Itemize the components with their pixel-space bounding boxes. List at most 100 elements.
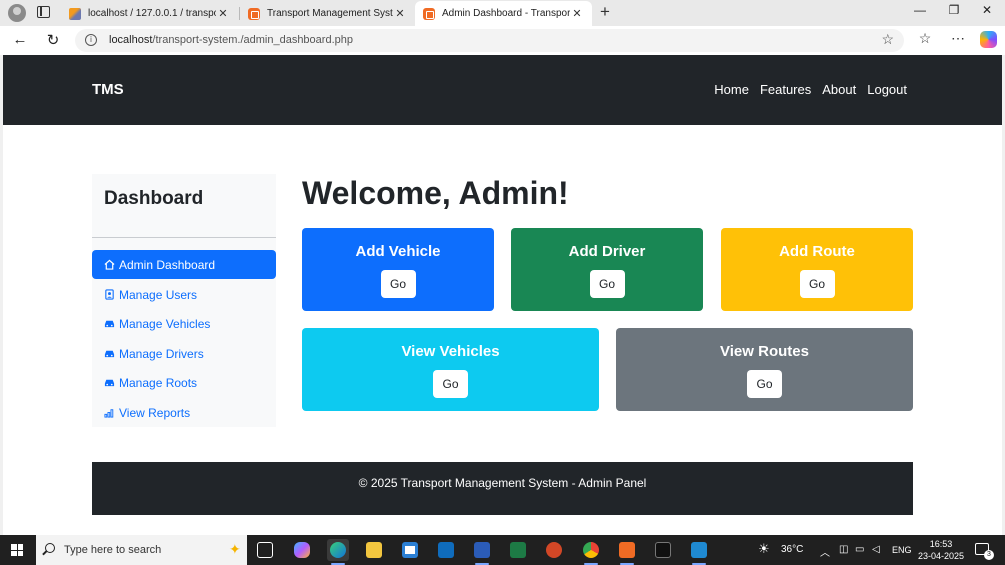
chrome-icon[interactable] xyxy=(580,539,602,565)
card-title: Add Route xyxy=(779,243,855,260)
word-icon[interactable] xyxy=(471,539,493,565)
car-icon xyxy=(104,377,115,388)
card-add-route: Add Route Go xyxy=(721,228,913,311)
card-title: Add Driver xyxy=(568,243,646,260)
sidebar-item-label: View Reports xyxy=(119,405,191,420)
nav-links: Home Features About Logout xyxy=(714,82,907,97)
weather-temp[interactable]: 36°C xyxy=(781,544,803,555)
sidebar-item-label: Manage Drivers xyxy=(119,346,204,361)
terminal-icon[interactable] xyxy=(652,539,674,561)
tab-actions-icon[interactable] xyxy=(37,6,50,18)
xampp-icon[interactable] xyxy=(616,539,638,565)
taskbar-search-box[interactable]: Type here to search ✦ xyxy=(36,535,247,565)
meet-now-icon[interactable]: ◫ xyxy=(839,544,848,555)
sidebar-item-view-reports[interactable]: View Reports xyxy=(92,398,276,427)
view-vehicles-go-button[interactable]: Go xyxy=(433,370,468,398)
more-menu-icon[interactable]: ⋯ xyxy=(948,30,968,47)
brand-logo[interactable]: TMS xyxy=(92,81,124,98)
outlook-icon[interactable] xyxy=(435,539,457,561)
sparkle-icon: ✦ xyxy=(229,541,241,557)
url-path: /transport-system./admin_dashboard.php xyxy=(152,34,353,46)
card-add-driver: Add Driver Go xyxy=(511,228,703,311)
notification-icon[interactable]: 3 xyxy=(975,543,994,560)
sidebar-item-manage-vehicles[interactable]: Manage Vehicles xyxy=(92,309,276,338)
vscode-icon[interactable] xyxy=(688,539,710,565)
nav-link-about[interactable]: About xyxy=(822,82,856,97)
sidebar-divider xyxy=(92,237,276,238)
tab-close-icon[interactable]: ✕ xyxy=(570,7,584,20)
chevron-up-icon[interactable]: ︿ xyxy=(820,544,830,559)
sidebar-title: Dashboard xyxy=(104,188,204,209)
home-icon xyxy=(104,259,115,270)
excel-icon[interactable] xyxy=(507,539,529,561)
page-left-edge xyxy=(0,55,3,535)
card-view-vehicles: View Vehicles Go xyxy=(302,328,599,411)
tab-phpmyadmin[interactable]: localhost / 127.0.0.1 / transport_sy ✕ xyxy=(61,1,238,26)
view-routes-go-button[interactable]: Go xyxy=(747,370,782,398)
add-driver-go-button[interactable]: Go xyxy=(589,270,625,298)
card-add-vehicle: Add Vehicle Go xyxy=(302,228,494,311)
car-icon xyxy=(104,318,115,329)
tab-title: Admin Dashboard - Transport Man xyxy=(442,8,570,19)
ms-store-icon[interactable] xyxy=(399,539,421,561)
clock-date: 23-04-2025 xyxy=(917,551,965,561)
clock-time: 16:53 xyxy=(929,539,953,549)
clock[interactable]: 16:53 23-04-2025 xyxy=(916,538,966,562)
maximize-button[interactable]: ❐ xyxy=(939,3,969,17)
close-window-button[interactable]: ✕ xyxy=(972,3,1002,17)
refresh-icon[interactable]: ↻ xyxy=(44,31,62,49)
tab-close-icon[interactable]: ✕ xyxy=(393,7,407,20)
add-vehicle-go-button[interactable]: Go xyxy=(380,270,416,298)
car-icon xyxy=(104,348,115,359)
sidebar-item-manage-drivers[interactable]: Manage Drivers xyxy=(92,339,276,368)
notification-count: 3 xyxy=(984,550,994,560)
footer: © 2025 Transport Management System - Adm… xyxy=(92,462,913,515)
search-placeholder: Type here to search xyxy=(64,544,162,556)
site-info-icon[interactable]: i xyxy=(85,34,97,46)
card-title: View Vehicles xyxy=(401,343,500,360)
windows-taskbar: Type here to search ✦ ☀ 36°C ︿ ◫ ▭ ◁ ENG… xyxy=(0,535,1005,565)
nav-link-home[interactable]: Home xyxy=(714,82,749,97)
tab-close-icon[interactable]: ✕ xyxy=(216,7,230,20)
nav-link-features[interactable]: Features xyxy=(760,82,811,97)
sidebar-item-manage-users[interactable]: Manage Users xyxy=(92,280,276,309)
xampp-favicon-icon xyxy=(248,7,260,20)
url-field[interactable]: i localhost/transport-system./admin_dash… xyxy=(75,29,904,52)
tab-transport-system[interactable]: Transport Management System ✕ xyxy=(240,1,415,26)
sidebar-item-label: Manage Users xyxy=(119,287,198,302)
weather-icon[interactable]: ☀ xyxy=(758,541,770,557)
nav-link-logout[interactable]: Logout xyxy=(867,82,907,97)
top-navbar: TMS Home Features About Logout xyxy=(3,55,1002,125)
sidebar-item-manage-roots[interactable]: Manage Roots xyxy=(92,368,276,397)
windows-start-icon[interactable] xyxy=(11,544,23,556)
search-icon xyxy=(45,543,55,553)
add-route-go-button[interactable]: Go xyxy=(799,270,835,298)
url-host: localhost xyxy=(109,34,153,46)
xampp-favicon-icon xyxy=(423,7,435,20)
powerpoint-icon[interactable] xyxy=(543,539,565,561)
minimize-button[interactable]: — xyxy=(905,3,935,17)
back-arrow-icon[interactable]: ← xyxy=(11,31,29,48)
card-title: View Routes xyxy=(720,343,809,360)
tab-title: localhost / 127.0.0.1 / transport_sy xyxy=(88,8,216,19)
language-indicator[interactable]: ENG xyxy=(892,545,912,555)
copilot-icon[interactable] xyxy=(980,31,997,48)
sidebar-item-label: Manage Roots xyxy=(119,375,198,390)
card-title: Add Vehicle xyxy=(355,243,441,260)
sidebar: Dashboard Admin Dashboard Manage Users M… xyxy=(92,174,276,427)
tab-admin-dashboard[interactable]: Admin Dashboard - Transport Man ✕ xyxy=(415,1,592,26)
sidebar-item-admin-dashboard[interactable]: Admin Dashboard xyxy=(92,250,276,279)
profile-icon[interactable] xyxy=(8,4,26,22)
speaker-muted-icon[interactable]: ◁ xyxy=(872,544,880,555)
tab-title: Transport Management System xyxy=(267,8,393,19)
network-icon[interactable]: ▭ xyxy=(855,544,864,555)
page-title: Welcome, Admin! xyxy=(302,175,569,211)
copilot-taskbar-icon[interactable] xyxy=(291,539,313,561)
file-explorer-icon[interactable] xyxy=(363,539,385,561)
task-view-icon[interactable] xyxy=(254,539,276,561)
user-badge-icon xyxy=(104,289,115,300)
new-tab-button[interactable]: + xyxy=(600,2,610,22)
favorites-icon[interactable]: ☆ xyxy=(915,30,935,47)
favorite-star-icon[interactable]: ☆ xyxy=(881,31,894,48)
edge-browser-icon[interactable] xyxy=(327,539,349,565)
